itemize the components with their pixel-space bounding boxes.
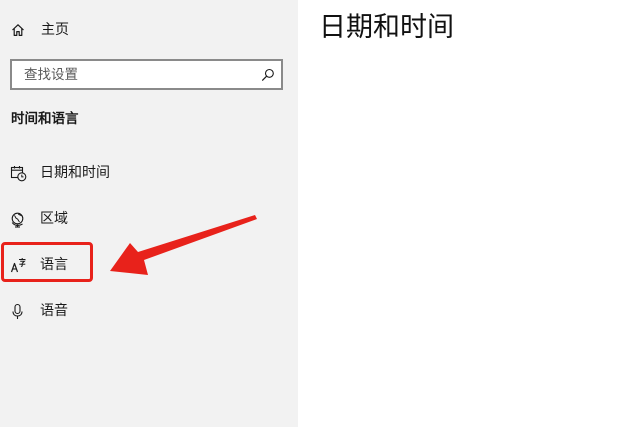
page-title: 日期和时间: [319, 12, 454, 43]
sidebar-item-label: 区域: [40, 211, 68, 227]
sidebar-item-speech[interactable]: 语音: [0, 291, 298, 331]
calendar-clock-icon: [10, 166, 27, 182]
sidebar-item-date-time[interactable]: 日期和时间: [0, 153, 298, 193]
globe-region-icon: [11, 212, 24, 228]
home-nav-item[interactable]: 主页: [0, 14, 298, 46]
home-label: 主页: [41, 22, 69, 38]
section-heading: 时间和语言: [11, 111, 79, 127]
settings-window: 主页 时间和语言 日期和时间: [0, 0, 640, 427]
search-icon[interactable]: [261, 68, 275, 82]
microphone-icon: [12, 303, 23, 319]
annotation-arrow: [110, 215, 257, 275]
search-box: [10, 59, 283, 90]
home-icon: [12, 24, 24, 36]
sidebar-item-label: 日期和时间: [40, 165, 110, 181]
main-content: 日期和时间: [298, 0, 640, 427]
sidebar-item-label: 语音: [40, 303, 68, 319]
highlight-box: [1, 242, 93, 282]
search-input[interactable]: [12, 61, 264, 88]
